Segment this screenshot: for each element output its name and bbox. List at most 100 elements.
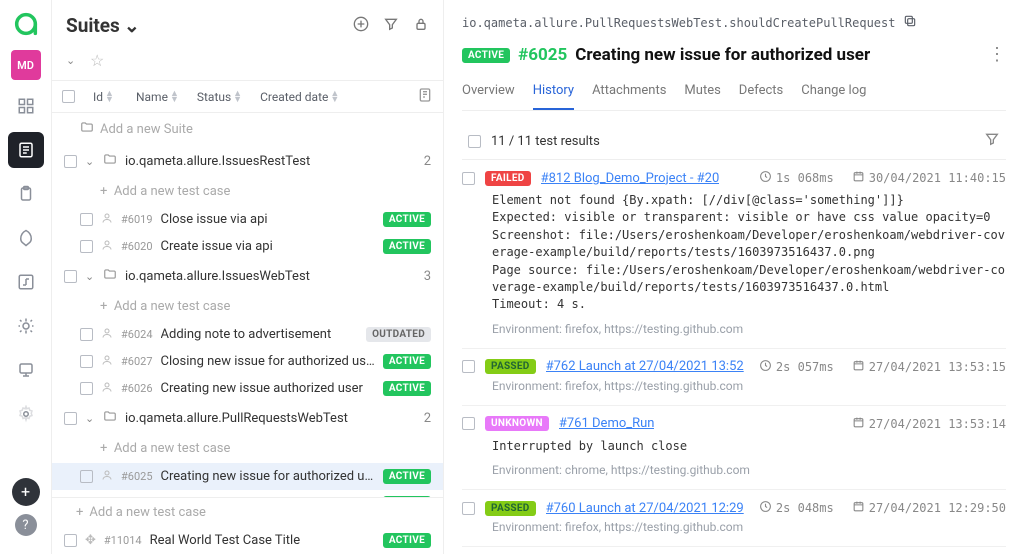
timestamp: 27/04/2021 13:53:15 [852,359,1006,375]
select-all-checkbox[interactable] [62,90,75,103]
caret-down-icon[interactable]: ⌄ [85,270,95,283]
col-id[interactable]: Id▲▼ [93,90,114,104]
run-link[interactable]: #762 Launch at 27/04/2021 13:52 [546,359,744,374]
test-row[interactable]: #6024 Adding note to advertisement OUTDA… [52,321,443,348]
test-row[interactable]: #6025 Creating new issue for authorized … [52,463,443,490]
test-row[interactable]: #6019 Close issue via api ACTIVE [52,206,443,233]
row-checkbox[interactable] [64,534,77,547]
tab-mutes[interactable]: Mutes [684,77,720,110]
suite-header[interactable]: ⌄ io.qameta.allure.IssuesRestTest 2 [52,145,443,177]
nav-tests[interactable] [8,132,44,168]
status-badge: ACTIVE [383,212,431,227]
pinned-test-row[interactable]: ✥ #11014 Real World Test Case Title ACTI… [52,527,443,554]
row-checkbox[interactable] [80,470,93,483]
clock-icon [759,500,772,516]
row-checkbox[interactable] [462,172,475,185]
col-name[interactable]: Name▲▼ [136,90,179,104]
status-badge: ACTIVE [383,469,431,484]
test-row[interactable]: #6027 Closing new issue for authorized u… [52,348,443,375]
row-checkbox[interactable] [80,355,93,368]
run-link[interactable]: #760 Launch at 27/04/2021 12:29 [546,501,744,516]
collapse-all-icon[interactable]: ⌄ [66,54,76,67]
add-suite-row[interactable]: Add a new Suite [52,113,443,145]
add-testcase-row[interactable]: + Add a new test case [52,434,443,463]
filter-icon[interactable] [984,131,1000,151]
runs-list: FAILED #812 Blog_Demo_Project - #20 1s 0… [462,160,1006,554]
clock-icon [759,359,772,375]
avatar[interactable]: MD [11,50,41,80]
test-id: #11014 [104,534,142,547]
row-checkbox[interactable] [80,382,93,395]
test-id: #6026 [121,382,153,395]
suite-header[interactable]: ⌄ io.qameta.allure.IssuesWebTest 3 [52,260,443,292]
status-badge: ACTIVE [462,48,510,63]
tab-change log[interactable]: Change log [801,77,866,110]
nav-jobs[interactable] [8,352,44,388]
test-title: Real World Test Case Title [150,533,375,548]
detail-panel: io.qameta.allure.PullRequestsWebTest.sho… [444,0,1024,554]
pin-icon: ✥ [85,533,96,548]
star-icon[interactable]: ☆ [90,51,104,70]
copy-icon[interactable] [903,14,917,31]
row-checkbox[interactable] [462,417,475,430]
nav-defects[interactable] [8,308,44,344]
status-badge: ACTIVE [383,354,431,369]
suite-header[interactable]: ⌄ io.qameta.allure.PullRequestsWebTest 2 [52,402,443,434]
test-title: Closing new issue for authorized user [161,354,375,369]
tab-history[interactable]: History [533,77,574,110]
row-checkbox[interactable] [64,412,77,425]
status-badge: FAILED [485,171,531,186]
chevron-down-icon: ⌄ [124,14,140,37]
run-environment: Environment: firefox, https://testing.gi… [462,375,1006,393]
status-badge: ACTIVE [383,533,431,548]
nav-clipboard[interactable] [8,176,44,212]
col-created[interactable]: Created date▲▼ [260,90,339,104]
rail-add-button[interactable]: + [12,478,40,506]
status-badge: PASSED [485,359,536,374]
select-all-results-checkbox[interactable] [468,135,481,148]
rail-help-button[interactable]: ? [15,514,37,536]
timestamp: 27/04/2021 13:53:14 [852,416,1006,432]
col-status[interactable]: Status▲▼ [197,90,242,104]
nav-settings[interactable] [8,396,44,432]
caret-down-icon[interactable]: ⌄ [85,412,95,425]
caret-down-icon[interactable]: ⌄ [85,155,95,168]
tree-body: Add a new Suite ⌄ io.qameta.allure.Issue… [52,113,443,497]
tab-overview[interactable]: Overview [462,77,515,110]
run-error: Interrupted by launch close [462,432,1006,459]
timestamp: 30/04/2021 11:40:15 [852,170,1006,186]
filter-icon[interactable] [383,16,399,36]
row-checkbox[interactable] [462,360,475,373]
nav-dashboard[interactable] [8,88,44,124]
export-icon[interactable] [417,87,433,106]
add-testcase-row[interactable]: + Add a new test case [52,292,443,321]
row-checkbox[interactable] [64,270,77,283]
test-row[interactable]: #6020 Create issue via api ACTIVE [52,233,443,260]
run-link[interactable]: #812 Blog_Demo_Project - #20 [541,171,720,186]
nav-launches[interactable] [8,220,44,256]
run-item: UNKNOWN #761 Demo_Run 27/04/2021 13:53:1… [462,406,1006,490]
row-checkbox[interactable] [80,240,93,253]
test-row[interactable]: #6023 Deleting existing issue for author… [52,490,443,497]
logo[interactable] [12,10,40,42]
footer-add-testcase[interactable]: + Add a new test case [52,498,443,527]
add-icon[interactable] [353,16,369,36]
test-title: Creating new issue authorized user [161,381,375,396]
lock-icon[interactable] [413,16,429,36]
row-checkbox[interactable] [64,155,77,168]
suite-name: io.qameta.allure.IssuesWebTest [125,269,310,284]
tab-attachments[interactable]: Attachments [592,77,666,110]
run-item: PASSED #762 Launch at 27/04/2021 13:52 2… [462,349,1006,406]
row-checkbox[interactable] [462,502,475,515]
run-link[interactable]: #761 Demo_Run [559,416,655,431]
tree-title[interactable]: Suites⌄ [66,14,140,37]
add-testcase-row[interactable]: + Add a new test case [52,177,443,206]
row-checkbox[interactable] [80,213,93,226]
row-checkbox[interactable] [80,328,93,341]
duration: 2s 057ms [759,359,834,375]
tab-defects[interactable]: Defects [739,77,783,110]
timestamp: 27/04/2021 12:29:50 [852,500,1006,516]
test-row[interactable]: #6026 Creating new issue authorized user… [52,375,443,402]
nav-analytics[interactable] [8,264,44,300]
more-icon[interactable]: ⋮ [988,46,1006,64]
